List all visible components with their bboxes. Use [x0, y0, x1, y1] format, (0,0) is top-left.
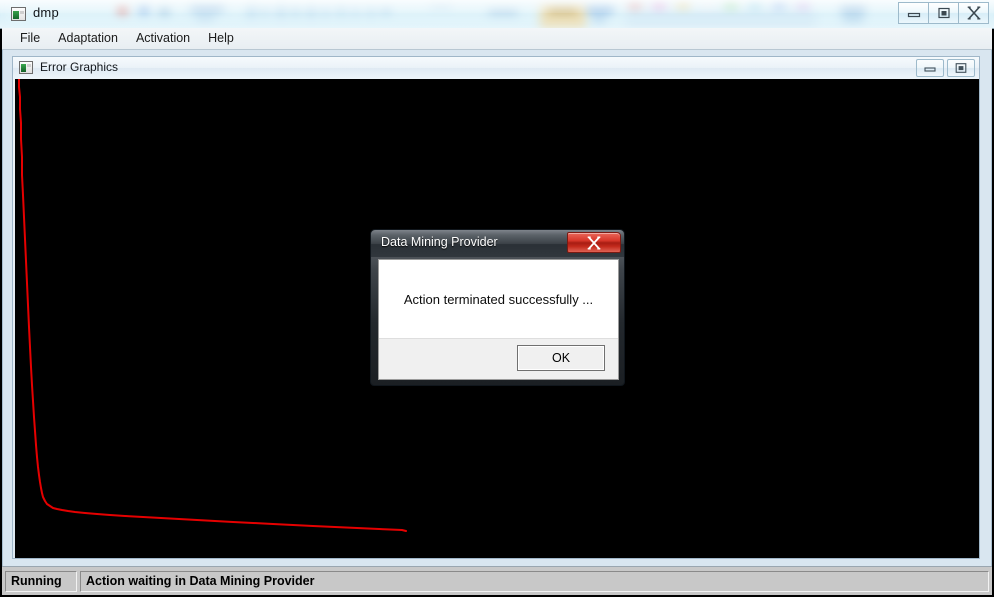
chart-window-icon	[19, 61, 33, 74]
error-graphics-titlebar[interactable]: Error Graphics	[13, 57, 979, 79]
error-graphics-caption-buttons	[913, 59, 975, 77]
dialog-ok-button[interactable]: OK	[517, 345, 605, 371]
minimize-icon	[924, 67, 936, 72]
application-window-icon	[11, 7, 26, 21]
dialog-body: Action terminated successfully ... OK	[378, 259, 619, 380]
minimize-button[interactable]	[898, 2, 929, 24]
menu-item-adaptation[interactable]: Adaptation	[49, 29, 127, 48]
dialog-close-button[interactable]	[567, 232, 621, 253]
close-button[interactable]	[958, 2, 989, 24]
restore-button[interactable]	[928, 2, 959, 24]
mdi-restore-button[interactable]	[947, 59, 975, 77]
dialog-message: Action terminated successfully ...	[403, 291, 594, 307]
dialog-titlebar[interactable]: Data Mining Provider	[371, 230, 624, 257]
menu-bar: File Adaptation Activation Help	[2, 28, 992, 50]
application-window: dmp File Adaptation Activation Help Erro…	[0, 0, 994, 597]
status-state-panel: Running	[5, 570, 77, 592]
minimize-icon	[907, 12, 920, 18]
mdi-minimize-button[interactable]	[916, 59, 944, 77]
close-icon	[587, 235, 601, 250]
menu-item-activation[interactable]: Activation	[127, 29, 199, 48]
menu-item-help[interactable]: Help	[199, 29, 243, 48]
status-bar: Running Action waiting in Data Mining Pr…	[2, 566, 992, 595]
error-graphics-title: Error Graphics	[40, 60, 119, 74]
restore-icon	[937, 7, 950, 19]
window-titlebar[interactable]: dmp	[0, 0, 994, 29]
menu-item-file[interactable]: File	[11, 29, 49, 48]
restore-icon	[955, 63, 967, 73]
window-title: dmp	[33, 5, 59, 20]
dialog-title: Data Mining Provider	[381, 235, 498, 249]
desktop-blur-bleedthrough	[0, 0, 994, 28]
window-caption-buttons	[898, 2, 989, 24]
status-message-panel: Action waiting in Data Mining Provider	[80, 570, 989, 592]
data-mining-provider-dialog: Data Mining Provider Action terminated s…	[370, 229, 625, 386]
close-icon	[967, 6, 980, 20]
dialog-button-bar: OK	[379, 338, 618, 379]
